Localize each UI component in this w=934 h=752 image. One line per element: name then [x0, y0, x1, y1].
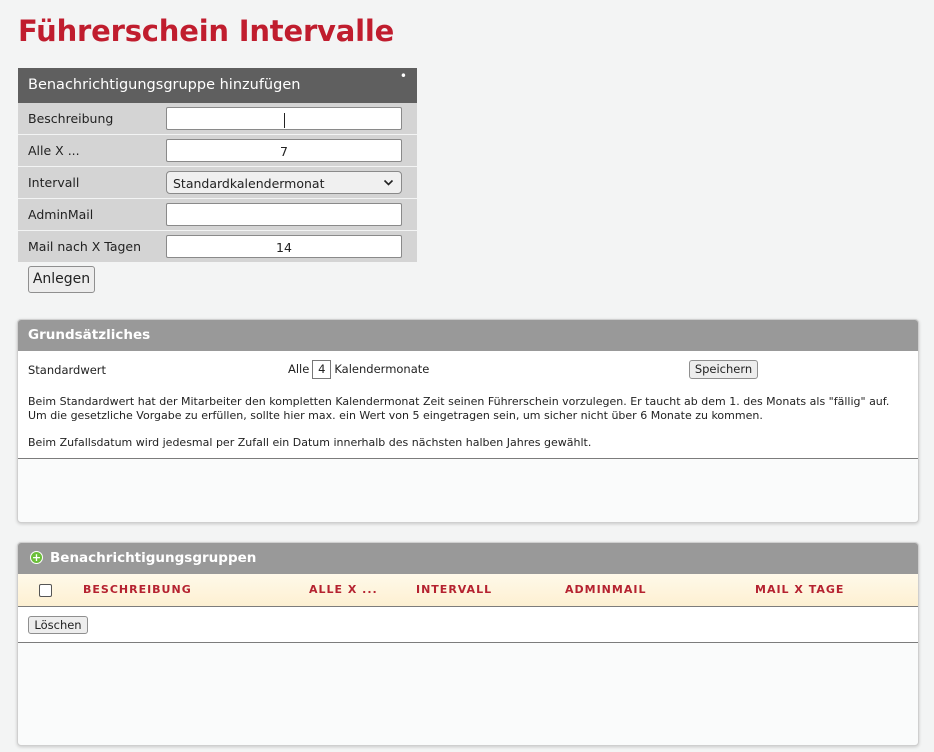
loeschen-button[interactable]: Löschen: [28, 616, 88, 634]
description-line: Beim Zufallsdatum wird jedesmal per Zufa…: [28, 436, 592, 449]
adminmail-input[interactable]: [166, 203, 402, 226]
intervall-select[interactable]: Standardkalendermonat: [166, 171, 402, 194]
column-header-intervall[interactable]: INTERVALL: [416, 574, 492, 606]
description-line: Beim Standardwert hat der Mitarbeiter de…: [28, 395, 890, 408]
alle-x-input[interactable]: 7: [166, 139, 402, 162]
form-row-intervall: Intervall Standardkalendermonat: [18, 167, 417, 199]
select-all-checkbox[interactable]: [39, 584, 52, 597]
beschreibung-label: Beschreibung: [28, 111, 114, 126]
description-line: Um die gesetzliche Vorgabe zu erfüllen, …: [28, 408, 763, 422]
anlegen-button[interactable]: Anlegen: [28, 266, 95, 293]
column-header-adminmail[interactable]: ADMINMAIL: [565, 574, 646, 606]
add-form-header: Benachrichtigungsgruppe hinzufügen •: [18, 68, 417, 103]
chevron-down-icon: [383, 172, 394, 202]
intervall-selected-value: Standardkalendermonat: [173, 176, 325, 191]
mail-nach-x-tagen-input[interactable]: 14: [166, 235, 402, 258]
benachrichtigungsgruppen-panel: + Benachrichtigungsgruppen BESCHREIBUNG A…: [17, 542, 919, 746]
add-form-title: Benachrichtigungsgruppe hinzufügen: [28, 77, 301, 93]
interval-setting: Alle 4 Kalendermonate: [288, 360, 429, 379]
form-row-alle-x: Alle X ... 7: [18, 135, 417, 167]
intervall-label: Intervall: [28, 175, 80, 190]
form-row-mail-nach-x-tagen: Mail nach X Tagen 14: [18, 231, 417, 263]
header-marker: •: [399, 69, 407, 83]
description-text: Beim Standardwert hat der Mitarbeiter de…: [28, 395, 908, 450]
alle-prefix: Alle: [288, 362, 310, 376]
table-actions-row: Löschen: [18, 607, 918, 643]
groups-title: Benachrichtigungsgruppen: [50, 550, 257, 566]
form-row-beschreibung: Beschreibung: [18, 103, 417, 135]
column-header-alle-x[interactable]: ALLE X ...: [309, 574, 378, 606]
groups-header: + Benachrichtigungsgruppen: [18, 543, 918, 574]
form-row-adminmail: AdminMail: [18, 199, 417, 231]
months-input[interactable]: 4: [312, 360, 332, 379]
add-group-form: Benachrichtigungsgruppe hinzufügen • Bes…: [18, 68, 417, 263]
grundsaetzliches-title: Grundsätzliches: [18, 320, 918, 351]
column-header-mail-x-tage[interactable]: MAIL X TAGE: [755, 574, 844, 606]
adminmail-label: AdminMail: [28, 207, 94, 222]
grundsaetzliches-content: Standardwert Alle 4 Kalendermonate Speiche…: [18, 351, 918, 459]
page-title: Führerschein Intervalle: [18, 14, 395, 48]
beschreibung-input[interactable]: [166, 107, 402, 130]
speichern-button[interactable]: Speichern: [689, 360, 758, 379]
text-cursor: [283, 113, 285, 128]
standardwert-label: Standardwert: [28, 363, 107, 377]
table-header: BESCHREIBUNG ALLE X ... INTERVALL ADMINM…: [18, 574, 918, 607]
column-header-beschreibung[interactable]: BESCHREIBUNG: [83, 574, 192, 606]
mail-nach-x-tagen-label: Mail nach X Tagen: [28, 239, 142, 254]
add-circle-icon[interactable]: +: [30, 550, 43, 564]
grundsaetzliches-panel: Grundsätzliches Standardwert Alle 4 Kalend…: [17, 319, 919, 523]
alle-x-label: Alle X ...: [28, 143, 80, 158]
kalendermonate-label: Kalendermonate: [334, 362, 430, 376]
